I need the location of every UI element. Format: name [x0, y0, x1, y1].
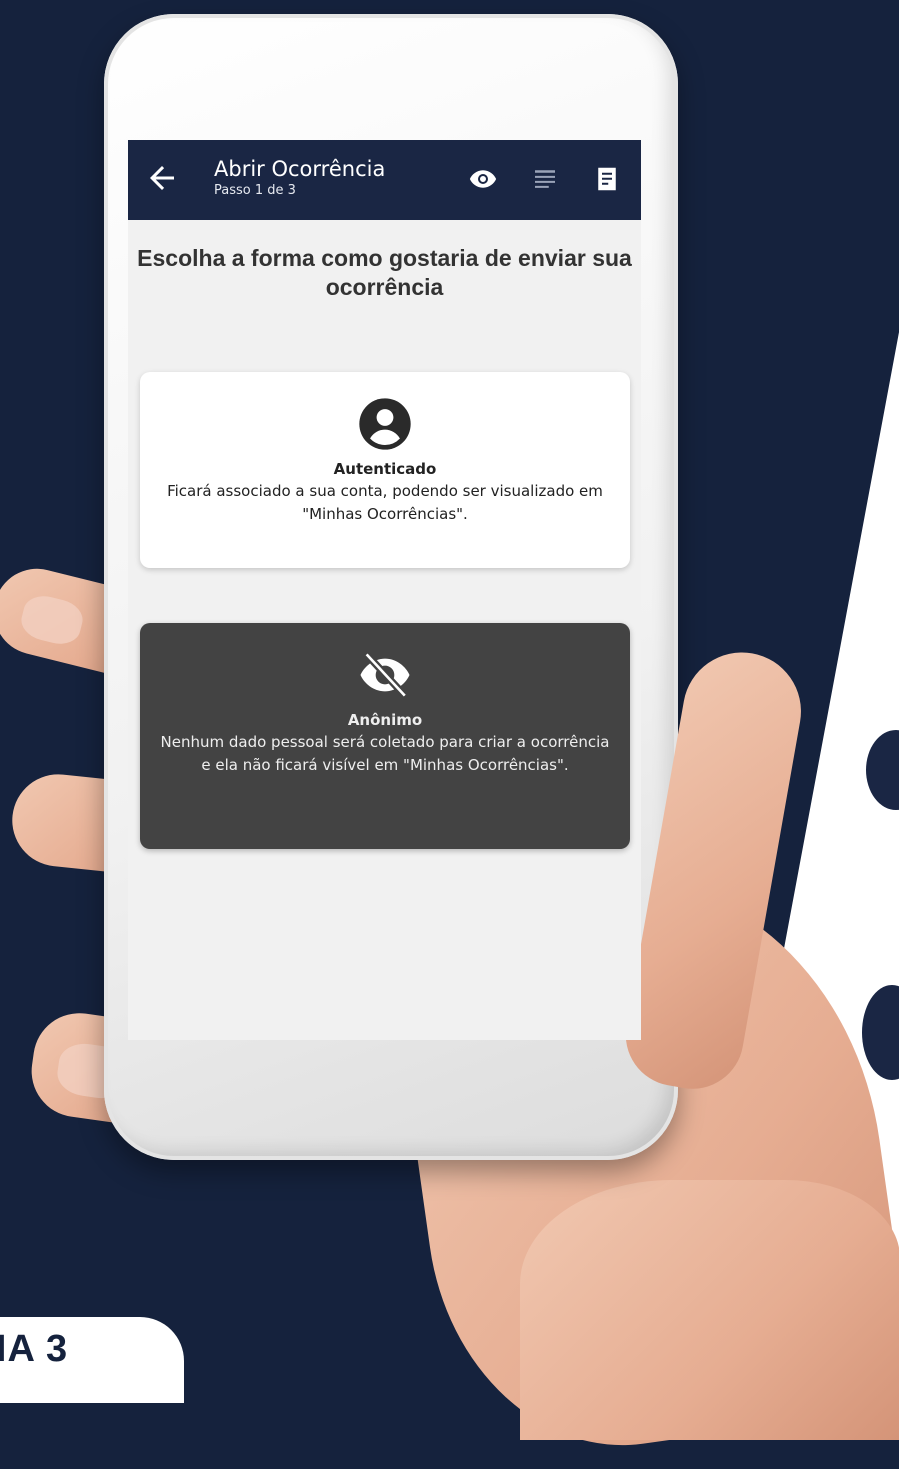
anonymous-description: Nenhum dado pessoal será coletado para c…: [160, 733, 610, 774]
phone-screen: Abrir Ocorrência Passo 1 de 3 Escolha a …: [128, 140, 641, 1040]
eye-icon[interactable]: [468, 164, 498, 194]
authenticated-description: Ficará associado a sua conta, podendo se…: [167, 482, 603, 523]
lines-icon[interactable]: [530, 164, 560, 194]
authenticated-title: Autenticado: [333, 460, 437, 478]
document-icon[interactable]: [592, 164, 622, 194]
eye-off-icon: [360, 650, 410, 700]
account-icon: [359, 398, 411, 450]
anonymous-title: Anônimo: [347, 711, 423, 729]
back-arrow-icon[interactable]: [144, 160, 180, 196]
instruction-heading: Escolha a forma como gostaria de enviar …: [137, 245, 632, 300]
anonymous-option-card[interactable]: Anônimo Nenhum dado pessoal será coletad…: [140, 623, 630, 849]
app-bar-titles: Abrir Ocorrência Passo 1 de 3: [214, 156, 385, 200]
bottom-tab-label: NA 3: [0, 1329, 69, 1369]
page-title: Abrir Ocorrência: [214, 157, 386, 181]
authenticated-option-card[interactable]: Autenticado Ficará associado a sua conta…: [140, 372, 630, 568]
app-bar: Abrir Ocorrência Passo 1 de 3: [128, 140, 641, 220]
hand-wrist: [520, 1180, 899, 1440]
step-indicator: Passo 1 de 3: [214, 183, 296, 198]
